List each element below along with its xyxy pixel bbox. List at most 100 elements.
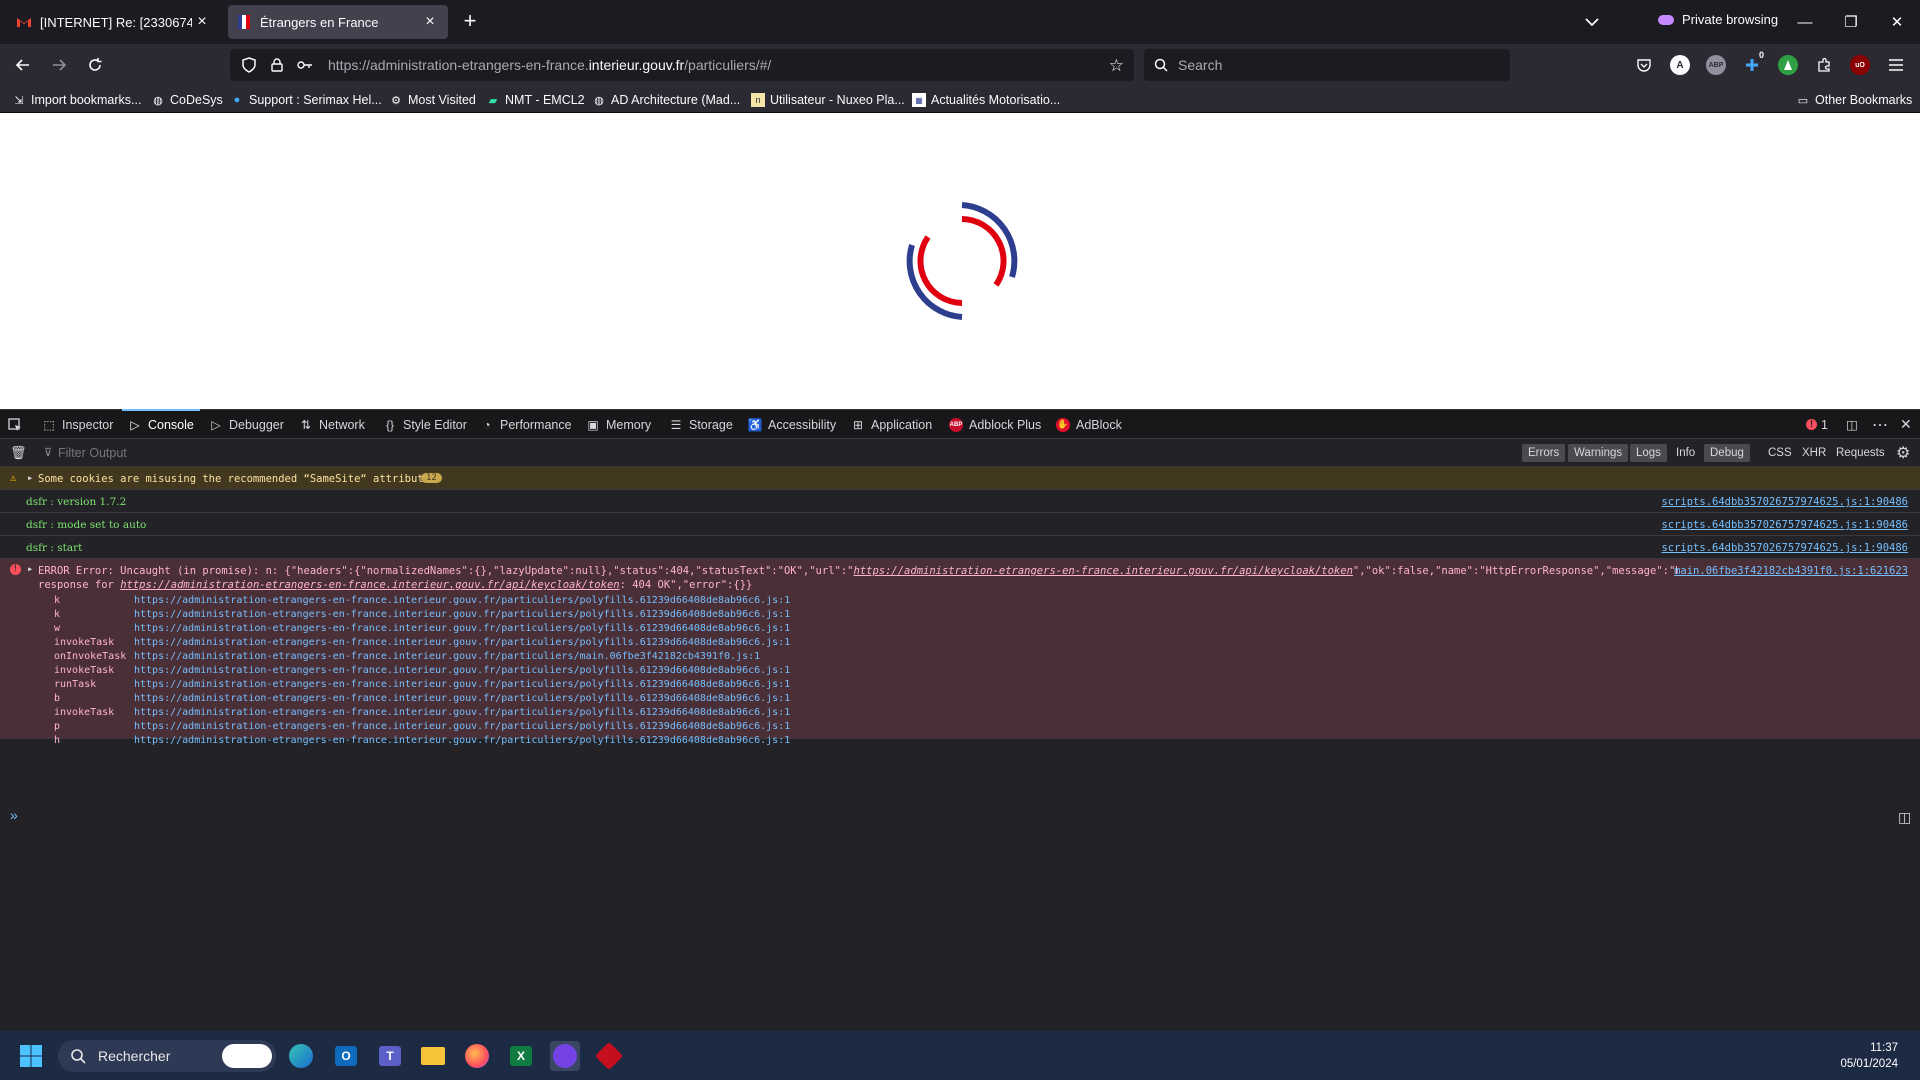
filter-logs-button[interactable]: Logs — [1630, 444, 1667, 462]
filter-debug-button[interactable]: Debug — [1704, 444, 1750, 462]
lock-icon[interactable] — [268, 56, 286, 74]
tab-memory[interactable]: ▣ Memory — [586, 410, 651, 439]
tab-accessibility[interactable]: ♿ Accessibility — [748, 410, 837, 439]
tab-performance[interactable]: ◔ Performance — [480, 410, 571, 439]
close-tab-icon[interactable]: × — [192, 12, 212, 32]
new-tab-button[interactable]: + — [458, 10, 482, 34]
tab-inspector[interactable]: ⬚ Inspector — [42, 410, 113, 439]
style-editor-icon: {} — [385, 417, 394, 432]
file-explorer-icon[interactable] — [418, 1041, 448, 1071]
adblock-plus-icon[interactable]: ABP — [1706, 55, 1726, 75]
other-bookmarks-folder[interactable]: ▭ Other Bookmarks — [1796, 90, 1912, 110]
outlook-icon[interactable]: O — [331, 1041, 361, 1071]
ublock-origin-icon[interactable]: uO — [1850, 55, 1870, 75]
bookmark-star-icon[interactable]: ☆ — [1109, 56, 1124, 76]
tab-gmail[interactable]: [INTERNET] Re: [23306748-1704 × — [8, 5, 220, 39]
stack-source-link[interactable]: https://administration-etrangers-en-fran… — [134, 665, 790, 679]
pocket-icon[interactable] — [1634, 55, 1654, 75]
log-source-link[interactable]: scripts.64dbb357026757974625.js:1:90486 — [1661, 496, 1908, 508]
stack-source-link[interactable]: https://administration-etrangers-en-fran… — [134, 693, 790, 707]
console-input[interactable]: » ◫ — [0, 805, 1920, 829]
tab-etrangers[interactable]: Étrangers en France × — [228, 5, 448, 39]
tab-application[interactable]: ⊞ Application — [851, 410, 932, 439]
console-warning-row[interactable]: ⚠ ▸ Some cookies are misusing the recomm… — [0, 467, 1920, 490]
console-settings-gear-icon[interactable]: ⚙ — [1896, 443, 1910, 463]
element-picker-icon[interactable] — [8, 410, 22, 439]
more-options-icon[interactable]: ⋯ — [1872, 410, 1888, 439]
log-source-link[interactable]: scripts.64dbb357026757974625.js:1:90486 — [1661, 542, 1908, 554]
stack-source-link[interactable]: https://administration-etrangers-en-fran… — [134, 595, 790, 609]
minimize-button[interactable]: — — [1782, 8, 1828, 36]
dock-side-icon[interactable]: ◫ — [1846, 410, 1858, 439]
clear-console-trash-icon[interactable]: 🗑 — [10, 445, 27, 461]
firefox-icon[interactable] — [462, 1041, 492, 1071]
import-icon: ⇲ — [14, 94, 24, 107]
tab-adblock-plus[interactable]: ABP Adblock Plus — [949, 410, 1041, 439]
account-icon[interactable]: A — [1670, 55, 1690, 75]
stack-source-link[interactable]: https://administration-etrangers-en-fran… — [134, 623, 790, 637]
windows-start-icon[interactable] — [16, 1041, 46, 1071]
filter-requests-button[interactable]: Requests — [1830, 444, 1891, 462]
stack-source-link[interactable]: https://administration-etrangers-en-fran… — [134, 707, 790, 721]
error-url-link[interactable]: https://administration-etrangers-en-fran… — [120, 579, 619, 591]
extension-green-icon[interactable] — [1778, 55, 1798, 75]
reload-button[interactable] — [80, 50, 110, 80]
tab-adblock[interactable]: ✋ AdBlock — [1056, 410, 1122, 439]
navigation-toolbar: https://administration-etrangers-en-fran… — [0, 44, 1920, 86]
url-bar[interactable]: https://administration-etrangers-en-fran… — [230, 49, 1134, 81]
edge-icon[interactable] — [286, 1041, 316, 1071]
expand-arrow-icon[interactable]: ▸ — [27, 472, 33, 484]
bookmark-codesys[interactable]: ◍ CoDeSys — [151, 90, 223, 110]
teams-icon[interactable]: T — [375, 1041, 405, 1071]
filter-errors-button[interactable]: Errors — [1522, 444, 1566, 462]
bookmark-most-visited[interactable]: ⚙ Most Visited — [389, 90, 476, 110]
list-all-tabs-icon[interactable] — [1580, 12, 1604, 32]
bookmark-nmt[interactable]: ▰ NMT - EMCL2 — [486, 90, 585, 110]
stack-source-link[interactable]: https://administration-etrangers-en-fran… — [134, 637, 790, 651]
french-flag-icon — [238, 15, 250, 29]
bookmark-actualites[interactable]: ▦ Actualités Motorisatio... — [912, 90, 1060, 110]
filter-warnings-button[interactable]: Warnings — [1568, 444, 1629, 462]
extension-notification-icon[interactable]: 0 — [1742, 50, 1766, 75]
forward-button[interactable] — [44, 50, 74, 80]
system-clock[interactable]: 11:37 05/01/2024 — [1840, 1040, 1898, 1072]
tab-debugger[interactable]: ▷ Debugger — [209, 410, 284, 439]
firefox-private-icon[interactable] — [550, 1041, 580, 1071]
excel-icon[interactable]: X — [506, 1041, 536, 1071]
stack-source-link[interactable]: https://administration-etrangers-en-fran… — [134, 679, 790, 693]
extensions-puzzle-icon[interactable] — [1814, 55, 1834, 75]
bookmark-support[interactable]: ● Support : Serimax Hel... — [230, 90, 382, 110]
bookmark-import[interactable]: ⇲ Import bookmarks... — [12, 90, 141, 110]
app-icon[interactable] — [594, 1041, 624, 1071]
stack-source-link[interactable]: https://administration-etrangers-en-fran… — [134, 721, 790, 735]
stack-source-link[interactable]: https://administration-etrangers-en-fran… — [134, 609, 790, 623]
filter-xhr-button[interactable]: XHR — [1796, 444, 1832, 462]
back-button[interactable] — [8, 50, 38, 80]
stack-source-link[interactable]: https://administration-etrangers-en-fran… — [134, 651, 760, 665]
restore-button[interactable]: ❐ — [1828, 8, 1874, 36]
error-source-link[interactable]: main.06fbe3f42182cb4391f0.js:1:621623 — [1674, 565, 1908, 577]
log-source-link[interactable]: scripts.64dbb357026757974625.js:1:90486 — [1661, 519, 1908, 531]
filter-css-button[interactable]: CSS — [1762, 444, 1798, 462]
tab-console[interactable]: ▷ Console — [122, 409, 200, 439]
taskbar-search-box[interactable]: Rechercher — [58, 1040, 276, 1072]
permissions-key-icon[interactable] — [296, 56, 314, 74]
close-tab-icon[interactable]: × — [420, 12, 440, 32]
error-url-link[interactable]: https://administration-etrangers-en-fran… — [853, 565, 1352, 577]
close-window-button[interactable]: ✕ — [1874, 8, 1920, 36]
close-devtools-icon[interactable]: ✕ — [1900, 410, 1912, 439]
tab-style-editor[interactable]: {} Style Editor — [383, 410, 467, 439]
editor-mode-toggle-icon[interactable]: ◫ — [1898, 809, 1911, 826]
tab-storage[interactable]: ☰ Storage — [669, 410, 733, 439]
filter-info-button[interactable]: Info — [1670, 444, 1701, 462]
search-bar[interactable]: Search — [1144, 49, 1510, 81]
stack-source-link[interactable]: https://administration-etrangers-en-fran… — [134, 735, 790, 749]
bookmark-ad-architecture[interactable]: ◍ AD Architecture (Mad... — [592, 90, 740, 110]
error-count-indicator[interactable]: ! 1 — [1806, 410, 1828, 439]
hamburger-menu-icon[interactable] — [1886, 55, 1906, 75]
filter-output-input[interactable] — [40, 443, 640, 463]
tab-network[interactable]: ⇅ Network — [299, 410, 365, 439]
expand-arrow-icon[interactable]: ▸ — [27, 563, 33, 575]
bookmark-nuxeo[interactable]: n Utilisateur - Nuxeo Pla... — [751, 90, 905, 110]
tracking-protection-shield-icon[interactable] — [240, 56, 258, 74]
